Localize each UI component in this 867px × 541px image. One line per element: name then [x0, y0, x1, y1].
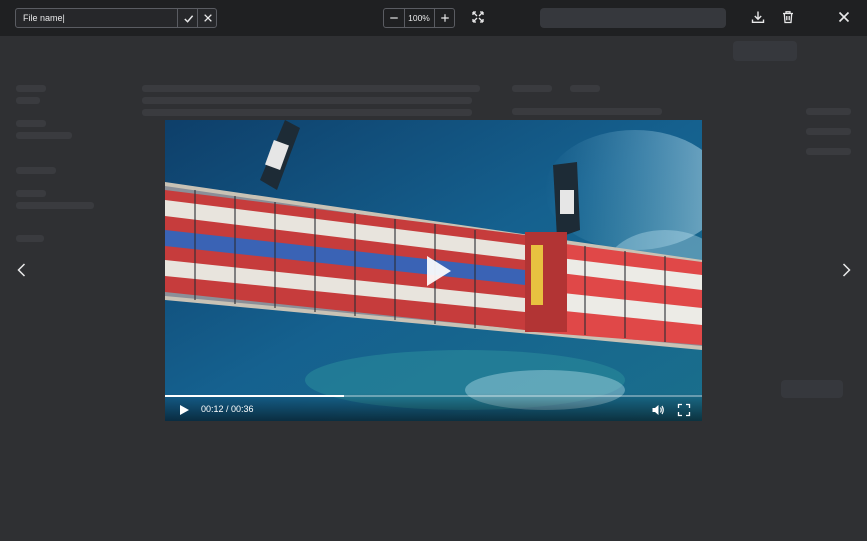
zoom-control: 100% [383, 8, 455, 28]
check-icon [183, 14, 193, 23]
trash-icon [783, 11, 793, 24]
zoom-level: 100% [408, 13, 430, 23]
play-button[interactable] [177, 403, 191, 417]
chevron-left-icon [17, 263, 26, 277]
close-viewer-button[interactable] [836, 9, 852, 25]
viewer-toolbar: 100% [0, 0, 867, 36]
download-icon [751, 11, 765, 23]
delete-button[interactable] [780, 9, 796, 25]
play-icon [427, 256, 451, 286]
download-button[interactable] [750, 9, 766, 25]
fullscreen-button[interactable] [677, 403, 691, 417]
file-name-editor [15, 8, 217, 28]
zoom-out-button[interactable] [384, 9, 405, 27]
expand-icon [472, 11, 484, 23]
volume-icon [652, 405, 664, 415]
video-player[interactable]: 00:12 / 00:36 [165, 120, 702, 421]
confirm-name-button[interactable] [177, 9, 198, 27]
minus-icon [390, 17, 398, 19]
plus-icon [441, 14, 449, 22]
tugboat-right [553, 162, 580, 238]
previous-file-button[interactable] [14, 262, 30, 278]
fit-to-screen-button[interactable] [470, 9, 486, 25]
volume-button[interactable] [651, 403, 665, 417]
chevron-right-icon [842, 263, 851, 277]
play-overlay-button[interactable] [417, 251, 457, 291]
file-name-input[interactable] [16, 9, 176, 27]
close-icon [838, 11, 850, 23]
close-icon [204, 14, 212, 22]
cancel-name-button[interactable] [197, 9, 218, 27]
time-readout: 00:12 / 00:36 [201, 404, 254, 414]
play-icon [180, 405, 189, 415]
progress-fill [165, 395, 344, 397]
zoom-in-button[interactable] [434, 9, 455, 27]
next-file-button[interactable] [838, 262, 854, 278]
progress-bar[interactable] [165, 395, 702, 397]
background-button-2 [781, 380, 843, 398]
background-button [733, 41, 797, 61]
player-controls: 00:12 / 00:36 [165, 393, 702, 421]
fullscreen-icon [677, 403, 691, 417]
